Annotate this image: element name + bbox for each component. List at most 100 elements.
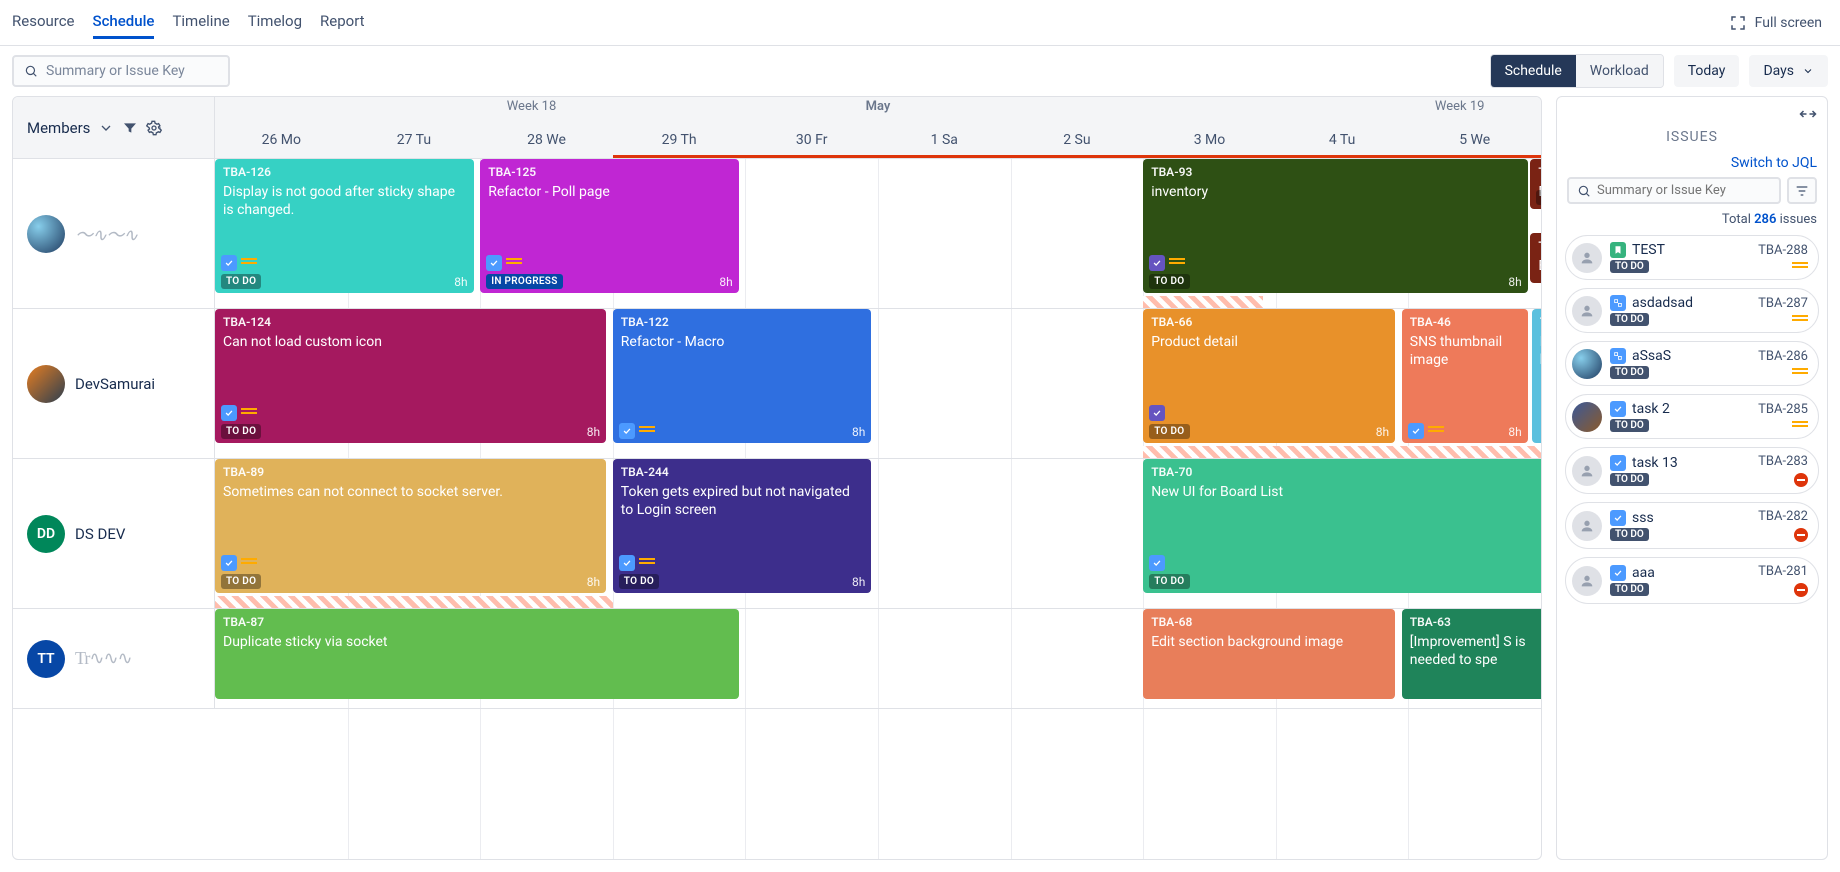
day-label: 4 Tu [1329,132,1356,148]
issue-status: TO DO [1610,366,1649,379]
issue-card[interactable]: task 2TO DOTBA-285 [1565,394,1819,439]
card-hours: 8h [587,425,600,441]
day-label: 3 Mo [1194,132,1226,148]
day-label: 29 Th [662,132,697,148]
issues-list: TESTTO DOTBA-288 asdadsadTO DOTBA-287 aSsa… [1557,235,1827,849]
card-summary: New UI for Board List [1151,483,1541,501]
lane[interactable]: TBA-124Can not load custom iconTO DO8hTB… [215,309,1541,458]
member-cell[interactable]: DDDS DEV [13,459,215,608]
issues-filter-button[interactable] [1787,177,1817,204]
view-schedule-button[interactable]: Schedule [1491,55,1576,87]
schedule-card[interactable]: TBA-124Can not load custom iconTO DO8h [215,309,606,443]
schedule-card[interactable]: TET [1530,159,1541,209]
tab-schedule[interactable]: Schedule [93,6,155,39]
schedule-card[interactable]: TBA-125Refactor - Poll pageIN PROGRESS8h [480,159,739,293]
issue-card[interactable]: TESTTO DOTBA-288 [1565,235,1819,280]
tab-report[interactable]: Report [320,6,365,39]
fullscreen-button[interactable]: Full screen [1723,10,1828,36]
search-box[interactable] [12,55,230,87]
issues-search-input[interactable] [1597,183,1771,198]
chevron-down-icon [1802,65,1814,77]
chevron-down-icon[interactable] [98,120,114,136]
card-hours: 8h [1508,275,1521,291]
card-summary: Display is not good after sticky shape i… [223,183,466,219]
card-summary: Product detail [1151,333,1387,351]
filter-icon[interactable] [122,120,138,136]
card-key: TBA-126 [223,165,466,181]
tab-timeline[interactable]: Timeline [172,6,229,39]
card-summary: Sometimes can not connect to socket serv… [223,483,598,501]
member-cell[interactable]: DevSamurai [13,309,215,458]
story-type-icon [1610,242,1626,258]
overcapacity-indicator [1143,296,1262,308]
member-cell[interactable]: ～∿～∿ [13,159,215,308]
task-icon [221,255,237,271]
tab-resource[interactable]: Resource [12,6,75,39]
issues-search[interactable] [1567,177,1781,204]
task-icon [221,555,237,571]
issue-card[interactable]: sssTO DOTBA-282 [1565,502,1819,549]
today-button[interactable]: Today [1674,55,1740,87]
issue-card[interactable]: aaaTO DOTBA-281 [1565,557,1819,604]
search-input[interactable] [46,63,218,79]
lane[interactable]: TBA-89 Sometimes can not connect to socke… [215,459,1541,608]
card-status: TO DO [221,424,261,439]
priority-medium-icon [1792,421,1808,431]
schedule-card[interactable]: TBA-46SNS thumbnail image8h [1402,309,1528,443]
sub-type-icon [1610,295,1626,311]
issue-card[interactable]: aSsaSTO DOTBA-286 [1565,341,1819,386]
schedule-card[interactable]: TE [1530,233,1541,283]
schedule-card[interactable]: TBA-122Refactor - Macro8h [613,309,872,443]
day-label: 28 We [527,132,566,148]
day-label: 27 Tu [397,132,431,148]
issue-key: TBA-282 [1758,509,1808,524]
scale-dropdown[interactable]: Days [1749,55,1828,87]
priority-medium-icon [241,258,257,268]
collapse-icon[interactable] [1799,107,1817,121]
priority-medium-icon [1792,368,1808,378]
lane[interactable]: TBA-126 Display is not good after sticky … [215,159,1541,308]
gear-icon[interactable] [146,120,162,136]
issue-card[interactable]: asdadsadTO DOTBA-287 [1565,288,1819,333]
toolbar: Schedule Workload Today Days [0,46,1840,96]
priority-medium-icon [241,558,257,568]
planner-row: DevSamuraiTBA-124Can not load custom ico… [13,309,1541,459]
schedule-card[interactable]: TBA-244Token gets expired but not naviga… [613,459,872,593]
assignee-avatar [1572,566,1602,596]
issue-status: TO DO [1610,583,1649,596]
switch-to-jql-link[interactable]: Switch to JQL [1557,155,1827,177]
schedule-card[interactable]: TBA-87Duplicate sticky via socket [215,609,739,699]
issue-title: TEST [1632,242,1665,258]
view-workload-button[interactable]: Workload [1576,55,1663,87]
schedule-card[interactable]: TH b [1532,309,1541,443]
avatar [27,215,65,253]
card-key: TBA-63 [1410,615,1540,631]
epic-icon [1149,255,1165,271]
schedule-card[interactable]: TBA-66Product detailTO DO8h [1143,309,1395,443]
schedule-card[interactable]: TBA-63[Improvement] S is needed to spe [1402,609,1541,699]
members-header[interactable]: Members [13,97,215,158]
priority-medium-icon [241,408,257,418]
day-label: 2 Su [1063,132,1090,148]
schedule-card[interactable]: TBA-70New UI for Board ListTO DO [1143,459,1541,593]
card-status: TO DO [1149,424,1189,439]
day-label: 5 We [1459,132,1490,148]
task-icon [619,423,635,439]
member-name: DevSamurai [75,375,155,393]
tab-timelog[interactable]: Timelog [248,6,302,39]
schedule-card[interactable]: TBA-68Edit section background image [1143,609,1395,699]
issue-title: sss [1632,510,1654,526]
task-type-icon [1610,401,1626,417]
nav-tabs: Resource Schedule Timeline Timelog Repor… [12,6,365,39]
day-label: 30 Fr [796,132,828,148]
priority-medium-icon [639,426,655,436]
issue-card[interactable]: task 13TO DOTBA-283 [1565,447,1819,494]
planner-row: DDDS DEV TBA-89 Sometimes can not connect … [13,459,1541,609]
schedule-card[interactable]: TBA-93inventoryTO DO8h [1143,159,1528,293]
card-key: TBA-89 [223,465,598,481]
lane[interactable]: TBA-87Duplicate sticky via socket TBA-68E… [215,609,1541,708]
schedule-card[interactable]: TBA-89 Sometimes can not connect to socke… [215,459,606,593]
member-cell[interactable]: TTTr∿∿∿ [13,609,215,708]
assignee-avatar [1572,456,1602,486]
schedule-card[interactable]: TBA-126 Display is not good after sticky … [215,159,474,293]
